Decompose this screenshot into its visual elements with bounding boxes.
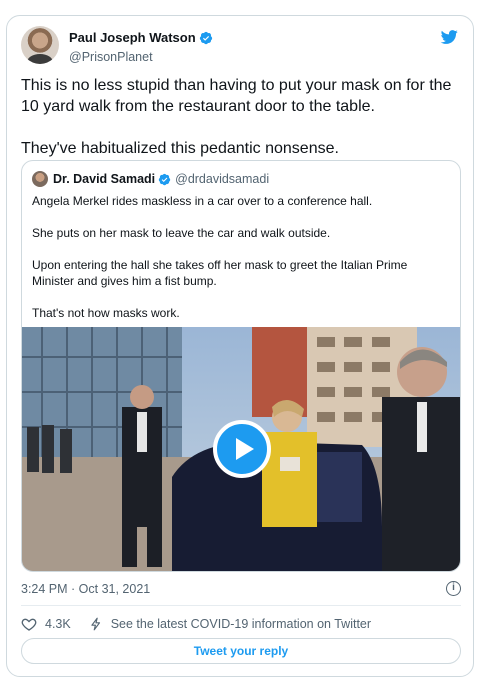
quoted-author-name: Dr. David Samadi	[53, 172, 156, 186]
heart-icon[interactable]	[21, 616, 37, 632]
quoted-paragraph: She puts on her mask to leave the car an…	[32, 226, 331, 240]
tweet-actions: 4.3K See the latest COVID-19 information…	[21, 614, 461, 634]
author-info: Paul Joseph Watson @PrisonPlanet	[69, 29, 213, 64]
quoted-paragraph: That's not how masks work.	[32, 306, 180, 320]
tweet-timestamp[interactable]: 3:24 PM · Oct 31, 2021	[21, 582, 150, 596]
quoted-tweet-text: Angela Merkel rides maskless in a car ov…	[32, 193, 452, 337]
verified-badge-icon	[199, 31, 212, 44]
quoted-author-avatar	[32, 171, 48, 187]
quoted-paragraph: Angela Merkel rides maskless in a car ov…	[32, 194, 373, 208]
quoted-tweet-header: Dr. David Samadi @drdavidsamadi	[32, 171, 269, 187]
author-avatar[interactable]	[21, 26, 59, 64]
tweet-header: Paul Joseph Watson @PrisonPlanet	[21, 26, 461, 66]
tweet-card: Paul Joseph Watson @PrisonPlanet This is…	[6, 15, 474, 677]
verified-badge-icon	[158, 173, 171, 185]
author-name-row[interactable]: Paul Joseph Watson	[69, 30, 213, 45]
twitter-bird-icon[interactable]	[439, 28, 459, 46]
tweet-paragraph: This is no less stupid than having to pu…	[21, 77, 452, 115]
tweet-paragraph: They've habitualized this pedantic nonse…	[21, 140, 339, 157]
info-icon[interactable]: i	[446, 581, 461, 596]
covid-info-link[interactable]: See the latest COVID-19 information on T…	[111, 617, 371, 631]
tweet-meta: 3:24 PM · Oct 31, 2021 i	[21, 581, 461, 596]
tweet-reply-button[interactable]: Tweet your reply	[21, 638, 461, 664]
video-player[interactable]	[22, 327, 460, 571]
author-handle[interactable]: @PrisonPlanet	[69, 50, 213, 64]
play-button[interactable]	[213, 420, 271, 478]
quoted-tweet[interactable]: Dr. David Samadi @drdavidsamadi Angela M…	[21, 160, 461, 572]
quoted-paragraph: Upon entering the hall she takes off her…	[32, 258, 408, 288]
divider	[21, 605, 461, 606]
author-name[interactable]: Paul Joseph Watson	[69, 30, 196, 45]
play-icon	[235, 438, 254, 460]
lightning-icon	[91, 617, 100, 631]
like-count[interactable]: 4.3K	[45, 617, 71, 631]
quoted-author-handle: @drdavidsamadi	[175, 172, 270, 186]
